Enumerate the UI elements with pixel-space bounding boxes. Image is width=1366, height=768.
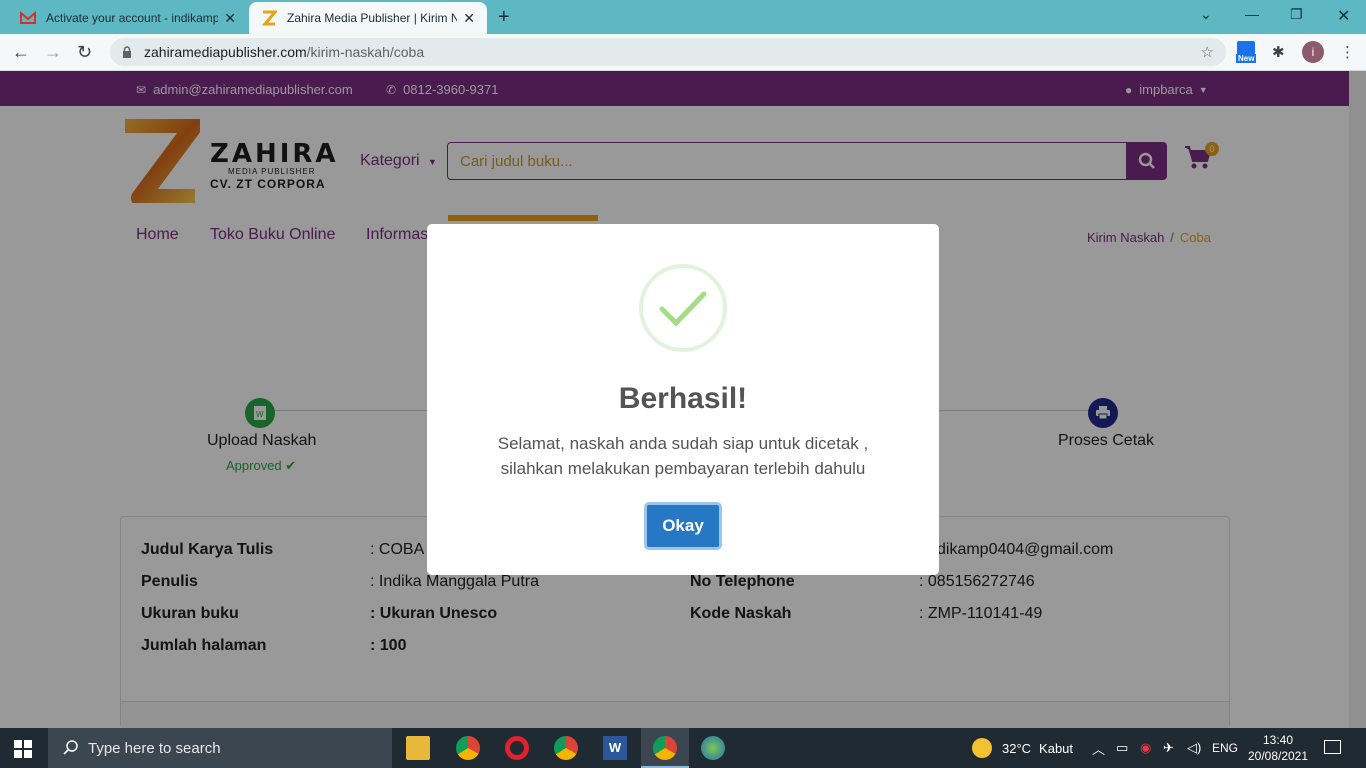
chrome-active-icon[interactable] — [653, 736, 677, 760]
tab-search-icon[interactable]: ⌄ — [1200, 6, 1212, 23]
dialog-message: Selamat, naskah anda sudah siap untuk di… — [427, 431, 939, 481]
bookmark-star-icon[interactable]: ☆ — [1201, 43, 1214, 61]
browser-tab-strip: Activate your account - indikamp ✕ Zahir… — [0, 0, 1366, 34]
taskbar-clock[interactable]: 13:40 20/08/2021 — [1246, 732, 1310, 764]
language-indicator[interactable]: ENG — [1212, 728, 1238, 768]
okay-button[interactable]: Okay — [644, 502, 722, 550]
chrome-profile-icon[interactable] — [554, 736, 578, 760]
download-manager-icon[interactable] — [701, 736, 725, 760]
close-tab-icon[interactable]: ✕ — [463, 10, 475, 27]
reload-icon[interactable]: ↻ — [77, 42, 92, 63]
windows-taskbar: Type here to search W 32°C Kabut ︿ ▭ ◉ ✈… — [0, 728, 1366, 768]
dialog-title: Berhasil! — [618, 382, 748, 415]
new-tab-icon[interactable]: + — [498, 6, 510, 29]
tab-title: Activate your account - indikamp — [46, 11, 219, 25]
dialog-message-line1: Selamat, naskah anda sudah siap untuk di… — [497, 434, 869, 453]
windows-start-icon[interactable] — [14, 740, 32, 758]
success-check-icon — [639, 264, 727, 352]
url-path: /kirim-naskah/coba — [306, 44, 425, 60]
weather-widget[interactable]: 32°C Kabut — [972, 728, 1073, 768]
lock-icon — [123, 46, 131, 58]
network-icon[interactable]: ✈ — [1163, 728, 1174, 768]
tab-title: Zahira Media Publisher | Kirim Na — [287, 11, 458, 25]
recording-icon[interactable]: ◉ — [1140, 728, 1151, 768]
taskbar-search-placeholder: Type here to search — [88, 739, 221, 757]
extensions-puzzle-icon[interactable]: ✱ — [1272, 43, 1285, 61]
opera-icon[interactable] — [505, 736, 529, 760]
forward-icon[interactable]: → — [44, 42, 62, 63]
weather-temp: 32°C — [1002, 740, 1032, 756]
close-window-icon[interactable]: ✕ — [1337, 6, 1350, 26]
tab-zahira[interactable]: Zahira Media Publisher | Kirim Na ✕ — [249, 2, 487, 34]
notification-center-icon[interactable] — [1324, 740, 1341, 754]
back-icon[interactable]: ← — [12, 42, 30, 63]
profile-avatar[interactable]: i — [1302, 41, 1324, 63]
battery-icon[interactable]: ▭ — [1116, 728, 1128, 768]
dialog-message-line2: silahkan melakukan pembayaran terlebih d… — [500, 459, 866, 478]
file-explorer-icon[interactable] — [406, 736, 430, 760]
search-icon — [63, 740, 78, 755]
clock-time: 13:40 — [1262, 733, 1294, 747]
url-bar[interactable]: zahiramediapublisher.com/kirim-naskah/co… — [110, 38, 1226, 66]
maximize-icon[interactable]: ❐ — [1290, 6, 1303, 23]
chrome-icon[interactable] — [456, 736, 480, 760]
minimize-icon[interactable]: — — [1245, 6, 1259, 22]
taskbar-search-box[interactable]: Type here to search — [48, 728, 392, 768]
success-dialog: Berhasil! Selamat, naskah anda sudah sia… — [427, 224, 939, 575]
url-domain: zahiramediapublisher.com — [144, 44, 307, 60]
weather-sun-icon — [972, 738, 992, 758]
gmail-icon — [20, 10, 36, 24]
volume-icon[interactable]: ◁) — [1187, 728, 1201, 768]
close-tab-icon[interactable]: ✕ — [224, 10, 236, 27]
zahira-favicon-icon — [261, 10, 277, 26]
browser-menu-icon[interactable]: ⋮ — [1340, 43, 1355, 61]
address-toolbar: ← → ↻ zahiramediapublisher.com/kirim-nas… — [0, 34, 1366, 71]
tray-expand-icon[interactable]: ︿ — [1092, 728, 1105, 768]
extension-new-icon[interactable]: New — [1236, 41, 1259, 65]
extension-badge: New — [1236, 54, 1257, 63]
weather-desc: Kabut — [1039, 740, 1074, 756]
tab-gmail[interactable]: Activate your account - indikamp ✕ — [8, 2, 248, 34]
word-icon[interactable]: W — [603, 736, 627, 760]
clock-date: 20/08/2021 — [1247, 749, 1309, 763]
